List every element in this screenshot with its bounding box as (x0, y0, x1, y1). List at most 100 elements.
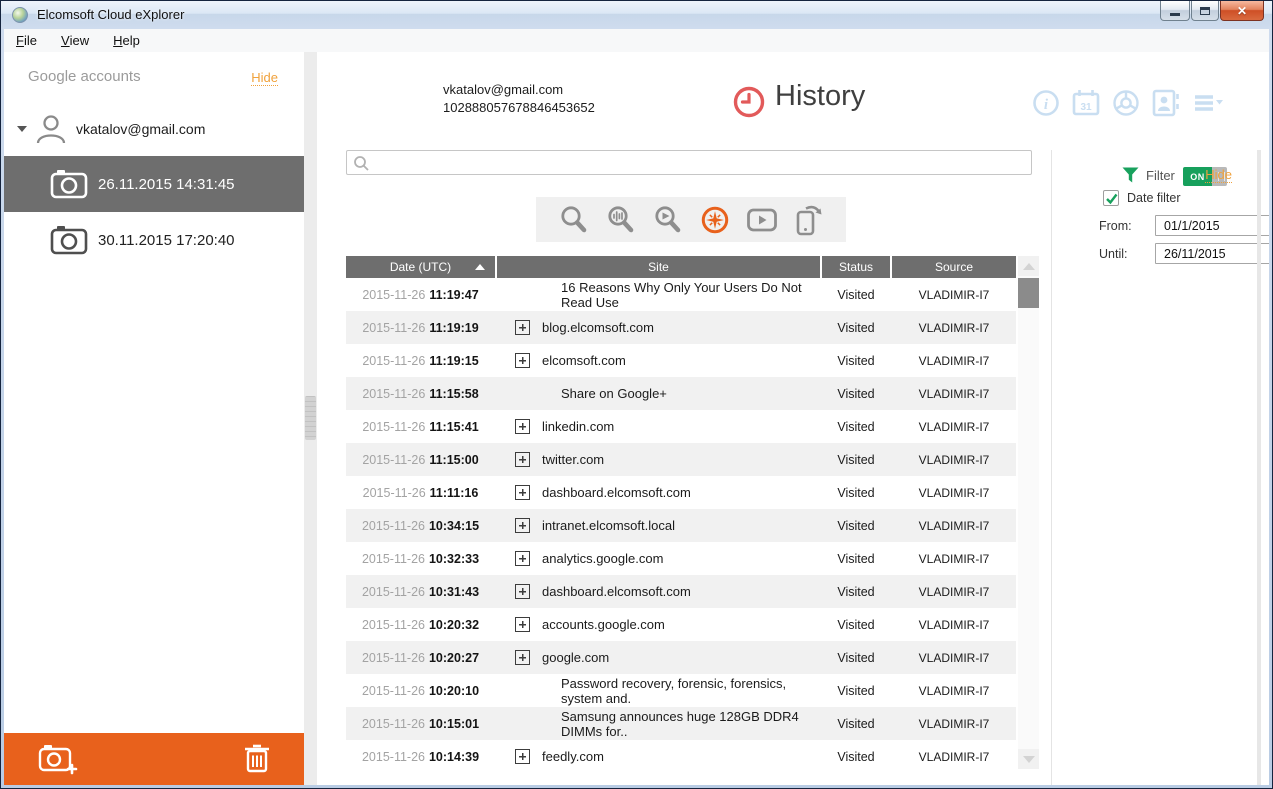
expand-icon[interactable] (515, 419, 530, 434)
cell-date: 2015-11-2611:19:47 (346, 278, 495, 311)
cell-source: VLADIMIR-I7 (892, 443, 1016, 476)
table-scrollbar[interactable] (1018, 256, 1039, 769)
search-input[interactable] (373, 152, 1027, 175)
table-row[interactable]: 2015-11-2611:19:47 16 Reasons Why Only Y… (346, 278, 1016, 311)
cell-site: blog.elcomsoft.com (497, 311, 820, 344)
splitter-handle[interactable] (305, 396, 316, 440)
date-filter-checkbox-row[interactable]: Date filter (1103, 190, 1181, 206)
cell-site: Share on Google+ (497, 377, 820, 410)
device-history-button[interactable] (794, 204, 824, 236)
video-search-history-button[interactable] (653, 204, 683, 236)
cell-date-day: 2015-11-26 (362, 420, 425, 434)
browsing-history-button-active[interactable] (700, 204, 730, 236)
voice-search-history-button[interactable] (606, 204, 636, 236)
cell-date: 2015-11-2610:20:27 (346, 641, 495, 674)
cell-status: Visited (822, 509, 890, 542)
table-row[interactable]: 2015-11-2610:15:01 Samsung announces hug… (346, 707, 1016, 740)
minimize-icon (1170, 13, 1180, 16)
table-row[interactable]: 2015-11-2610:20:32 accounts.google.com V… (346, 608, 1016, 641)
cell-status: Visited (822, 377, 890, 410)
column-header-status[interactable]: Status (822, 256, 890, 278)
add-snapshot-button[interactable] (38, 743, 78, 775)
table-row[interactable]: 2015-11-2610:31:43 dashboard.elcomsoft.c… (346, 575, 1016, 608)
table-row[interactable]: 2015-11-2611:19:15 elcomsoft.com Visited… (346, 344, 1016, 377)
expand-icon[interactable] (515, 584, 530, 599)
panel-scrollbar[interactable] (1257, 150, 1261, 785)
maximize-icon (1200, 7, 1210, 15)
table-row[interactable]: 2015-11-2610:14:39 feedly.com Visited VL… (346, 740, 1016, 773)
history-type-toolbar (536, 197, 846, 242)
cell-date: 2015-11-2611:15:41 (346, 410, 495, 443)
menu-bar: File View Help (4, 29, 1269, 53)
cell-source: VLADIMIR-I7 (892, 344, 1016, 377)
cell-site-text: elcomsoft.com (542, 353, 626, 368)
table-row[interactable]: 2015-11-2610:20:27 google.com Visited VL… (346, 641, 1016, 674)
cell-date-time: 11:19:47 (429, 288, 478, 302)
expand-icon[interactable] (515, 485, 530, 500)
column-header-site[interactable]: Site (497, 256, 820, 278)
cell-date: 2015-11-2610:20:32 (346, 608, 495, 641)
camera-icon (50, 169, 88, 199)
cell-date: 2015-11-2611:15:58 (346, 377, 495, 410)
from-date-select[interactable]: 01/1/2015 (1155, 215, 1269, 236)
scroll-up-button[interactable] (1018, 256, 1039, 276)
cell-date: 2015-11-2610:31:43 (346, 575, 495, 608)
menu-view[interactable]: View (49, 29, 101, 52)
table-row[interactable]: 2015-11-2611:19:19 blog.elcomsoft.com Vi… (346, 311, 1016, 344)
table-row[interactable]: 2015-11-2610:34:15 intranet.elcomsoft.lo… (346, 509, 1016, 542)
column-label: Status (839, 260, 873, 274)
search-box (346, 150, 1032, 175)
cell-source: VLADIMIR-I7 (892, 509, 1016, 542)
camera-add-icon (38, 743, 78, 775)
sidebar-hide-link[interactable]: Hide (251, 70, 278, 86)
sidebar-splitter[interactable] (304, 52, 317, 785)
sort-ascending-icon (475, 264, 485, 270)
maximize-button[interactable] (1191, 1, 1219, 21)
expand-icon[interactable] (515, 617, 530, 632)
expand-icon[interactable] (515, 320, 530, 335)
cell-date: 2015-11-2611:19:19 (346, 311, 495, 344)
table-row[interactable]: 2015-11-2610:32:33 analytics.google.com … (346, 542, 1016, 575)
expand-icon[interactable] (515, 353, 530, 368)
expand-icon[interactable] (515, 749, 530, 764)
table-row[interactable]: 2015-11-2611:11:16 dashboard.elcomsoft.c… (346, 476, 1016, 509)
table-row[interactable]: 2015-11-2611:15:58 Share on Google+ Visi… (346, 377, 1016, 410)
title-bar[interactable]: Elcomsoft Cloud eXplorer (1, 1, 1272, 29)
cell-date-time: 10:15:01 (429, 717, 479, 731)
cell-date-time: 10:20:32 (429, 618, 479, 632)
menu-file[interactable]: File (4, 29, 49, 52)
expand-arrow-icon[interactable] (17, 126, 27, 132)
youtube-history-button[interactable] (747, 204, 777, 236)
cell-site: twitter.com (497, 443, 820, 476)
table-row[interactable]: 2015-11-2610:20:10 Password recovery, fo… (346, 674, 1016, 707)
minimize-button[interactable] (1160, 1, 1190, 21)
web-search-history-button[interactable] (559, 204, 589, 236)
expand-icon[interactable] (515, 551, 530, 566)
expand-icon[interactable] (515, 518, 530, 533)
close-button[interactable] (1220, 1, 1264, 21)
cell-date-day: 2015-11-26 (362, 717, 425, 731)
column-header-source[interactable]: Source (892, 256, 1016, 278)
scroll-down-button[interactable] (1018, 749, 1039, 769)
account-row[interactable]: vkatalov@gmail.com (4, 108, 304, 150)
column-header-date[interactable]: Date (UTC) (346, 256, 495, 278)
expand-icon[interactable] (515, 452, 530, 467)
search-icon (577, 222, 584, 229)
filter-hide-link[interactable]: Hide (1205, 167, 1232, 183)
until-date-select[interactable]: 26/11/2015 (1155, 243, 1269, 264)
expand-icon[interactable] (515, 650, 530, 665)
delete-snapshot-button[interactable] (244, 744, 270, 774)
snapshot-item-selected[interactable]: 26.11.2015 14:31:45 (4, 156, 304, 212)
profile-email: vkatalov@gmail.com (443, 82, 563, 97)
table-row[interactable]: 2015-11-2611:15:00 twitter.com Visited V… (346, 443, 1016, 476)
date-filter-label: Date filter (1127, 191, 1181, 205)
menu-help[interactable]: Help (101, 29, 152, 52)
cell-date: 2015-11-26 10:15:01 (346, 707, 495, 740)
scrollbar-thumb[interactable] (1018, 278, 1039, 308)
checkbox-checked-icon[interactable] (1103, 190, 1119, 206)
cell-date-time: 10:32:33 (429, 552, 479, 566)
snapshot-item[interactable]: 30.11.2015 17:20:40 (4, 212, 304, 268)
column-label: Source (935, 260, 973, 274)
cell-date: 2015-11-2610:34:15 (346, 509, 495, 542)
table-row[interactable]: 2015-11-2611:15:41 linkedin.com Visited … (346, 410, 1016, 443)
